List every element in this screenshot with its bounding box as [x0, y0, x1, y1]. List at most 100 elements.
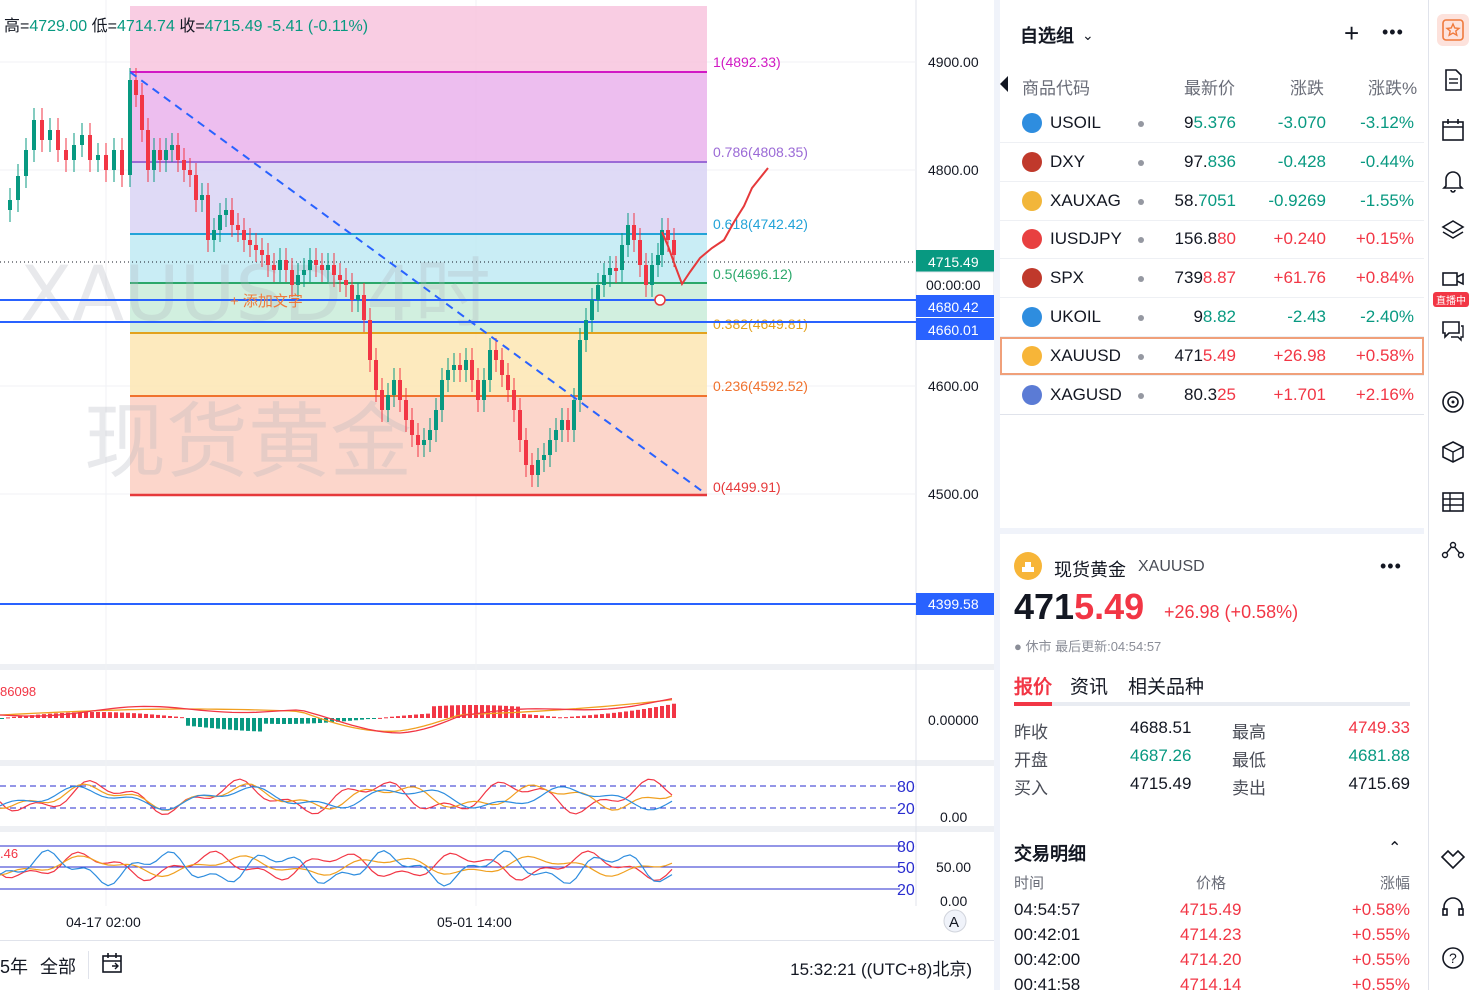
- quote-value: 4681.88: [1348, 746, 1410, 765]
- symbol-icon: [1022, 113, 1042, 133]
- candle-body: [350, 285, 354, 300]
- price-tick: 4500.00: [928, 486, 979, 502]
- candle-body: [506, 375, 510, 390]
- watchlist-row-iusdjpy[interactable]: IUSDJPY 156.880 +0.240 +0.15%: [1000, 220, 1424, 258]
- handshake-icon[interactable]: [1437, 842, 1469, 874]
- more-options-icon[interactable]: •••: [1382, 22, 1404, 43]
- collapse-icon[interactable]: [1000, 76, 1008, 92]
- document-icon[interactable]: [1437, 64, 1469, 96]
- target-icon[interactable]: [1437, 386, 1469, 418]
- rsi-pane[interactable]: .46 80 50 20 50.00 0.00: [0, 839, 971, 909]
- box-icon[interactable]: [1437, 436, 1469, 468]
- candle-body: [536, 460, 540, 475]
- chart-area[interactable]: 高=4729.00 低=4714.74 收=4715.49 -5.41 (-0.…: [0, 0, 994, 990]
- trade-time: 00:42:00: [1014, 950, 1081, 969]
- auto-scale-label: A: [949, 914, 959, 931]
- watchlist-row-usoil[interactable]: USOIL 95.376 -3.070 -3.12%: [1000, 104, 1424, 142]
- add-text-hint[interactable]: + 添加文字: [230, 293, 303, 310]
- macd-histogram-bar: [300, 718, 304, 724]
- watchlist-star-icon[interactable]: [1437, 14, 1469, 46]
- tab-related[interactable]: 相关品种: [1128, 672, 1204, 699]
- candle-body: [344, 280, 348, 285]
- macd-histogram-bar: [606, 713, 610, 718]
- candle-body: [218, 215, 222, 230]
- candle-body: [626, 225, 630, 245]
- col-symbol[interactable]: 商品代码: [1022, 74, 1090, 99]
- macd-histogram-bar: [414, 714, 418, 718]
- col-last[interactable]: 最新价: [1184, 74, 1235, 99]
- candle-body: [632, 225, 636, 240]
- pane-separator[interactable]: [0, 664, 994, 670]
- candle-body: [596, 285, 600, 300]
- macd-histogram-bar: [582, 715, 586, 718]
- change-pct: -2.40%: [1360, 307, 1414, 326]
- help-icon[interactable]: ?: [1437, 942, 1469, 974]
- pane-separator[interactable]: [0, 760, 994, 766]
- line-price-label: 4399.58: [928, 596, 979, 612]
- macd-histogram-bar: [210, 718, 214, 729]
- chart-canvas[interactable]: 1(4892.33) 0.786(4808.35) 0.618(4742.42) 0.…: [0, 0, 994, 940]
- date-range-icon[interactable]: [100, 951, 126, 982]
- candle-body: [140, 95, 144, 130]
- candle-body: [230, 210, 234, 225]
- anchor-point[interactable]: [654, 294, 666, 306]
- watchlist-row-xauusd[interactable]: XAUUSD 4715.49 +26.98 +0.58%: [1000, 336, 1424, 375]
- macd-histogram-bar: [270, 718, 274, 724]
- candle-body: [638, 240, 642, 265]
- layers-icon[interactable]: [1437, 214, 1469, 246]
- symbol-code: XAUXAG: [1050, 190, 1121, 210]
- last-price-tail: 8.87: [1202, 268, 1236, 288]
- watchlist-row-ukoil[interactable]: UKOIL 98.82 -2.43 -2.40%: [1000, 298, 1424, 336]
- change: -0.428: [1277, 151, 1326, 171]
- candle-body: [476, 380, 480, 400]
- candle-body: [146, 130, 150, 170]
- chevron-up-icon[interactable]: ⌃: [1388, 838, 1401, 858]
- table-icon[interactable]: [1437, 486, 1469, 518]
- stochastic-pane[interactable]: 80 20 0.00: [0, 778, 967, 825]
- watchlist-row-spx[interactable]: SPX 7398.87 +61.76 +0.84%: [1000, 259, 1424, 297]
- quote-key: 最高: [1232, 723, 1266, 742]
- bell-icon[interactable]: [1437, 164, 1469, 196]
- clock-timezone[interactable]: 15:32:21 ((UTC+8)北京): [790, 955, 972, 980]
- candle-body: [326, 265, 330, 270]
- network-icon[interactable]: [1437, 534, 1469, 566]
- macd-histogram-bar: [642, 708, 646, 718]
- candle-body: [404, 400, 408, 420]
- col-change[interactable]: 涨跌: [1290, 74, 1324, 99]
- macd-histogram-bar: [168, 715, 172, 718]
- macd-histogram-bar: [84, 712, 88, 718]
- chat-icon[interactable]: [1437, 314, 1469, 346]
- watchlist-title[interactable]: 自选组 ⌄: [1020, 22, 1094, 48]
- range-5y-button[interactable]: 5年: [0, 953, 28, 979]
- candle-body: [188, 170, 192, 175]
- watchlist-row-xagusd[interactable]: XAGUSD 80.325 +1.701 +2.16%: [1000, 376, 1424, 414]
- price-axis[interactable]: 4900.00 4800.00 4600.00 4500.00 4715.49 …: [915, 54, 994, 615]
- tab-quote[interactable]: 报价: [1014, 672, 1052, 699]
- quote-key: 买入: [1014, 779, 1048, 798]
- macd-pane[interactable]: 86098 0.00000: [0, 684, 979, 734]
- candle-body: [104, 155, 108, 170]
- watchlist-row-xauxag[interactable]: XAUXAG 58.7051 -0.9269 -1.55%: [1000, 182, 1424, 220]
- range-all-button[interactable]: 全部: [40, 953, 76, 979]
- headset-icon[interactable]: [1437, 892, 1469, 924]
- symbol-code: XAUUSD: [1050, 345, 1121, 365]
- macd-histogram-bar: [480, 705, 484, 718]
- candle-body: [620, 245, 624, 270]
- fib-level-label: 0(4499.91): [713, 479, 781, 495]
- line-price-label: 4680.42: [928, 299, 979, 315]
- macd-histogram-bar: [366, 718, 370, 720]
- more-options-icon[interactable]: •••: [1380, 556, 1402, 577]
- change: -2.43: [1287, 307, 1326, 326]
- tab-news[interactable]: 资讯: [1070, 672, 1108, 699]
- add-symbol-button[interactable]: +: [1344, 20, 1359, 46]
- symbol-code: SPX: [1050, 268, 1085, 288]
- calendar-icon[interactable]: [1437, 114, 1469, 146]
- macd-value: 86098: [0, 684, 36, 699]
- quote-key: 开盘: [1014, 751, 1048, 770]
- status-dot: [1138, 159, 1144, 166]
- macd-histogram-bar: [408, 715, 412, 718]
- pane-separator[interactable]: [0, 826, 994, 832]
- macd-histogram-bar: [264, 718, 268, 724]
- col-pct[interactable]: 涨跌%: [1368, 74, 1417, 99]
- watchlist-row-dxy[interactable]: DXY 97.836 -0.428 -0.44%: [1000, 143, 1424, 181]
